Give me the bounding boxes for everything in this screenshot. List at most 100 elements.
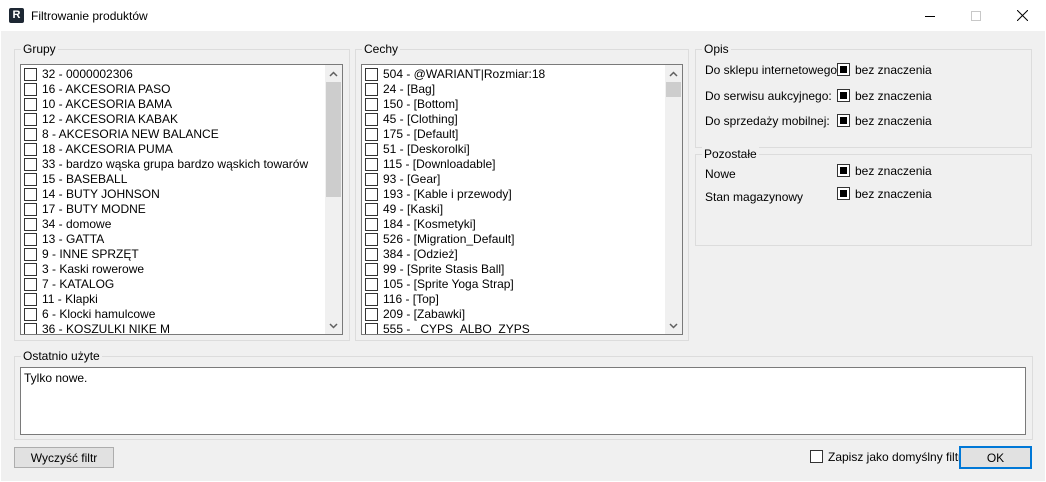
group-list-item[interactable]: 17 - BUTY MODNE	[24, 202, 146, 217]
group-list-item[interactable]: 6 - Klocki hamulcowe	[24, 307, 155, 322]
feature-item-checkbox[interactable]	[365, 233, 378, 246]
group-list-item[interactable]: 3 - Kaski rowerowe	[24, 262, 144, 277]
feature-list-item[interactable]: 49 - [Kaski]	[365, 202, 443, 217]
group-list-item[interactable]: 12 - AKCESORIA KABAK	[24, 112, 178, 127]
feature-list-item[interactable]: 555 - _CYPS_ALBO_ZYPS	[365, 322, 530, 335]
group-list-item[interactable]: 9 - INNE SPRZĘT	[24, 247, 139, 262]
group-list-item[interactable]: 18 - AKCESORIA PUMA	[24, 142, 173, 157]
feature-item-label: 45 - [Clothing]	[383, 112, 458, 126]
groups-listbox[interactable]: 36 - KOSZULKI NIKE M6 - Klocki hamulcowe…	[20, 64, 343, 335]
feature-item-checkbox[interactable]	[365, 68, 378, 81]
feature-list-item[interactable]: 99 - [Sprite Stasis Ball]	[365, 262, 504, 277]
group-item-checkbox[interactable]	[24, 218, 37, 231]
groups-scroll-thumb[interactable]	[326, 82, 341, 197]
close-button[interactable]	[999, 0, 1045, 31]
group-item-checkbox[interactable]	[24, 263, 37, 276]
group-list-item[interactable]: 8 - AKCESORIA NEW BALANCE	[24, 127, 219, 142]
feature-item-checkbox[interactable]	[365, 278, 378, 291]
minimize-button[interactable]	[907, 0, 953, 31]
group-list-item[interactable]: 13 - GATTA	[24, 232, 104, 247]
feature-list-item[interactable]: 193 - [Kable i przewody]	[365, 187, 512, 202]
features-scroll-up-button[interactable]	[665, 65, 682, 82]
group-item-checkbox[interactable]	[24, 248, 37, 261]
feature-list-item[interactable]: 184 - [Kosmetyki]	[365, 217, 476, 232]
maximize-button[interactable]	[953, 0, 999, 31]
save-default-checkbox[interactable]	[810, 450, 823, 463]
ok-button[interactable]: OK	[959, 446, 1032, 469]
feature-list-item[interactable]: 24 - [Bag]	[365, 82, 435, 97]
group-list-item[interactable]: 32 - 0000002306	[24, 67, 133, 82]
feature-list-item[interactable]: 504 - @WARIANT|Rozmiar:18	[365, 67, 545, 82]
group-list-item[interactable]: 36 - KOSZULKI NIKE M	[24, 322, 170, 334]
feature-list-item[interactable]: 526 - [Migration_Default]	[365, 232, 514, 247]
group-item-checkbox[interactable]	[24, 308, 37, 321]
feature-item-checkbox[interactable]	[365, 248, 378, 261]
feature-list-item[interactable]: 384 - [Odzież]	[365, 247, 458, 262]
feature-item-checkbox[interactable]	[365, 98, 378, 111]
feature-item-checkbox[interactable]	[365, 113, 378, 126]
features-scroll-thumb[interactable]	[666, 82, 681, 97]
group-item-checkbox[interactable]	[24, 68, 37, 81]
group-item-checkbox[interactable]	[24, 113, 37, 126]
feature-item-checkbox[interactable]	[365, 143, 378, 156]
group-list-item[interactable]: 34 - domowe	[24, 217, 111, 232]
group-item-label: 10 - AKCESORIA BAMA	[42, 97, 173, 111]
features-scroll-down-button[interactable]	[665, 317, 682, 334]
group-item-checkbox[interactable]	[24, 188, 37, 201]
feature-list-item[interactable]: 115 - [Downloadable]	[365, 157, 496, 172]
group-item-checkbox[interactable]	[24, 203, 37, 216]
feature-list-item[interactable]: 150 - [Bottom]	[365, 97, 458, 112]
group-item-checkbox[interactable]	[24, 158, 37, 171]
feature-list-item[interactable]: 45 - [Clothing]	[365, 112, 458, 127]
mobile-sales-checkbox[interactable]	[837, 114, 850, 127]
groups-scroll-down-button[interactable]	[325, 317, 342, 334]
group-list-item[interactable]: 33 - bardzo wąska grupa bardzo wąskich t…	[24, 157, 308, 172]
feature-item-checkbox[interactable]	[365, 128, 378, 141]
group-item-checkbox[interactable]	[24, 323, 37, 334]
auction-service-checkbox[interactable]	[837, 89, 850, 102]
feature-item-checkbox[interactable]	[365, 308, 378, 321]
feature-item-checkbox[interactable]	[365, 83, 378, 96]
group-item-checkbox[interactable]	[24, 128, 37, 141]
group-item-checkbox[interactable]	[24, 98, 37, 111]
feature-list-item[interactable]: 175 - [Default]	[365, 127, 458, 142]
group-item-checkbox[interactable]	[24, 83, 37, 96]
group-item-label: 15 - BASEBALL	[42, 172, 128, 186]
feature-list-item[interactable]: 105 - [Sprite Yoga Strap]	[365, 277, 514, 292]
features-scrollbar[interactable]	[665, 65, 682, 334]
clear-filter-button[interactable]: Wyczyść filtr	[14, 447, 114, 468]
recent-filters-textarea[interactable]: Tylko nowe.	[20, 367, 1026, 435]
feature-item-checkbox[interactable]	[365, 323, 378, 334]
group-item-checkbox[interactable]	[24, 143, 37, 156]
feature-list-item[interactable]: 116 - [Top]	[365, 292, 439, 307]
feature-list-item[interactable]: 209 - [Zabawki]	[365, 307, 465, 322]
web-store-checkbox[interactable]	[837, 63, 850, 76]
feature-item-checkbox[interactable]	[365, 173, 378, 186]
group-list-item[interactable]: 11 - Klapki	[24, 292, 98, 307]
group-item-checkbox[interactable]	[24, 278, 37, 291]
feature-item-label: 555 - _CYPS_ALBO_ZYPS	[383, 322, 530, 335]
feature-item-checkbox[interactable]	[365, 263, 378, 276]
group-list-item[interactable]: 14 - BUTY JOHNSON	[24, 187, 160, 202]
feature-list-item[interactable]: 51 - [Deskorolki]	[365, 142, 470, 157]
feature-item-checkbox[interactable]	[365, 218, 378, 231]
new-checkbox[interactable]	[837, 164, 850, 177]
group-list-item[interactable]: 10 - AKCESORIA BAMA	[24, 97, 172, 112]
group-item-checkbox[interactable]	[24, 233, 37, 246]
feature-item-checkbox[interactable]	[365, 293, 378, 306]
feature-item-checkbox[interactable]	[365, 203, 378, 216]
stock-checkbox[interactable]	[837, 187, 850, 200]
group-item-checkbox[interactable]	[24, 293, 37, 306]
group-list-item[interactable]: 16 - AKCESORIA PASO	[24, 82, 171, 97]
group-item-checkbox[interactable]	[24, 173, 37, 186]
minimize-icon	[925, 15, 935, 17]
features-listbox[interactable]: 555 - _CYPS_ALBO_ZYPS 209 - [Zabawki] 116 …	[361, 64, 683, 335]
groups-scroll-up-button[interactable]	[325, 65, 342, 82]
groups-scrollbar[interactable]	[325, 65, 342, 334]
app-logo-icon: R	[9, 8, 24, 23]
feature-item-checkbox[interactable]	[365, 188, 378, 201]
group-list-item[interactable]: 7 - KATALOG	[24, 277, 114, 292]
feature-item-checkbox[interactable]	[365, 158, 378, 171]
group-list-item[interactable]: 15 - BASEBALL	[24, 172, 127, 187]
feature-list-item[interactable]: 93 - [Gear]	[365, 172, 440, 187]
